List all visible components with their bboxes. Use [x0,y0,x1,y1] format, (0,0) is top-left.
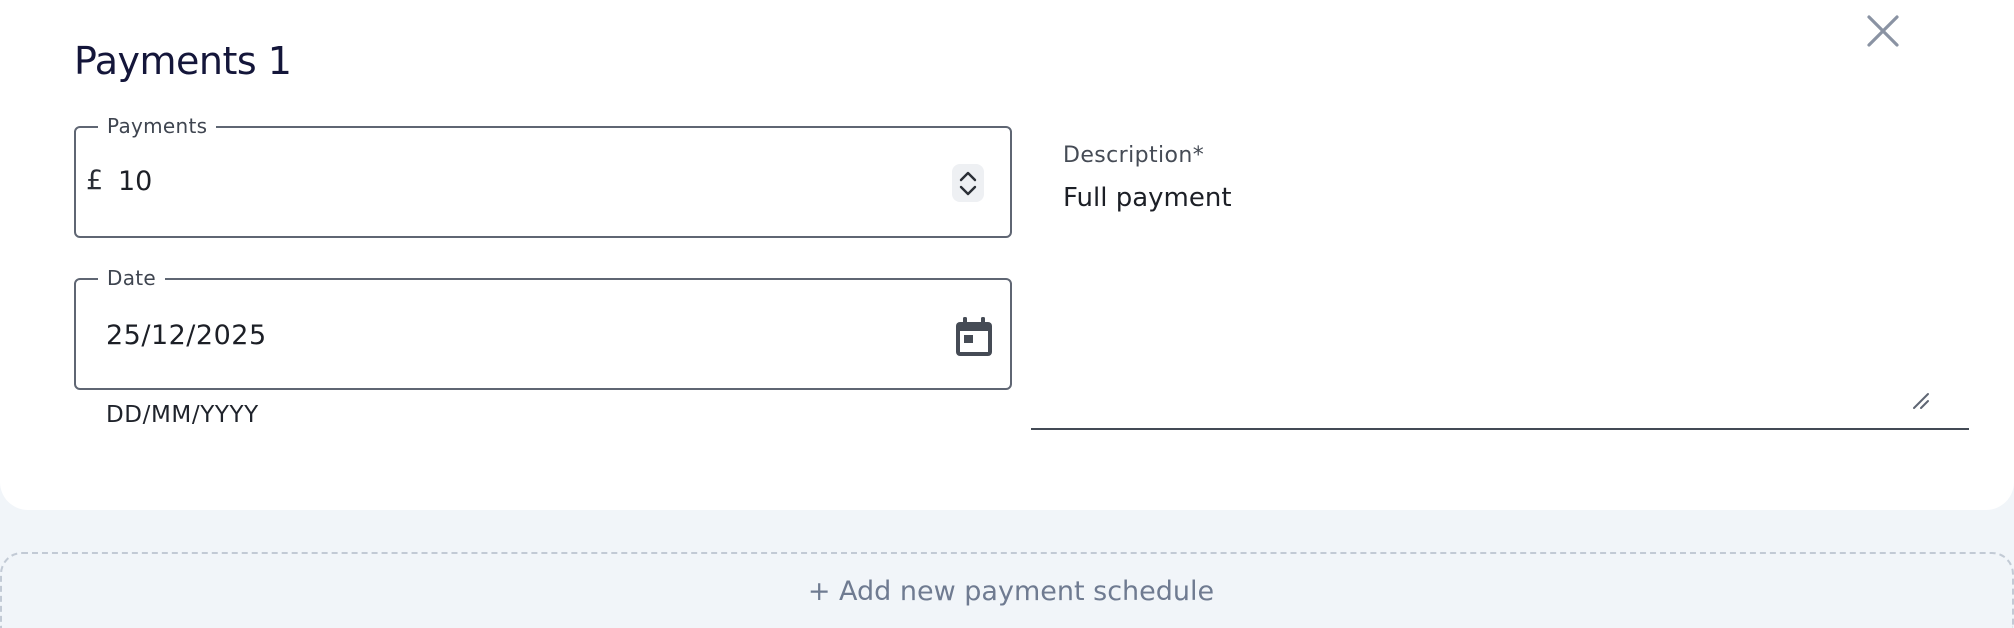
payments-label: Payments [98,114,217,138]
currency-symbol: £ [86,165,104,196]
calendar-button[interactable] [952,316,996,362]
date-input[interactable] [106,308,806,362]
page-title: Payments 1 [74,39,292,83]
chevron-down-icon[interactable] [959,185,977,196]
description-label: Description* [1063,143,1205,168]
close-button[interactable] [1862,12,1904,54]
chevron-up-icon[interactable] [959,171,977,182]
add-payment-schedule-label: + Add new payment schedule [807,576,1215,607]
date-field: Date [74,266,1012,390]
amount-stepper[interactable] [952,164,984,202]
resize-handle-icon[interactable] [1910,390,1932,412]
payments-amount-input[interactable] [118,154,898,208]
description-textarea[interactable]: Full payment [1031,178,1969,430]
payment-card: Payments 1 Payments £ Date [0,0,2014,510]
date-label: Date [98,266,166,290]
calendar-icon [954,316,994,362]
date-format-hint: DD/MM/YYYY [106,402,259,428]
payments-field: Payments £ [74,114,1012,238]
close-icon [1866,14,1900,52]
add-payment-schedule-button[interactable]: + Add new payment schedule [0,552,2014,628]
